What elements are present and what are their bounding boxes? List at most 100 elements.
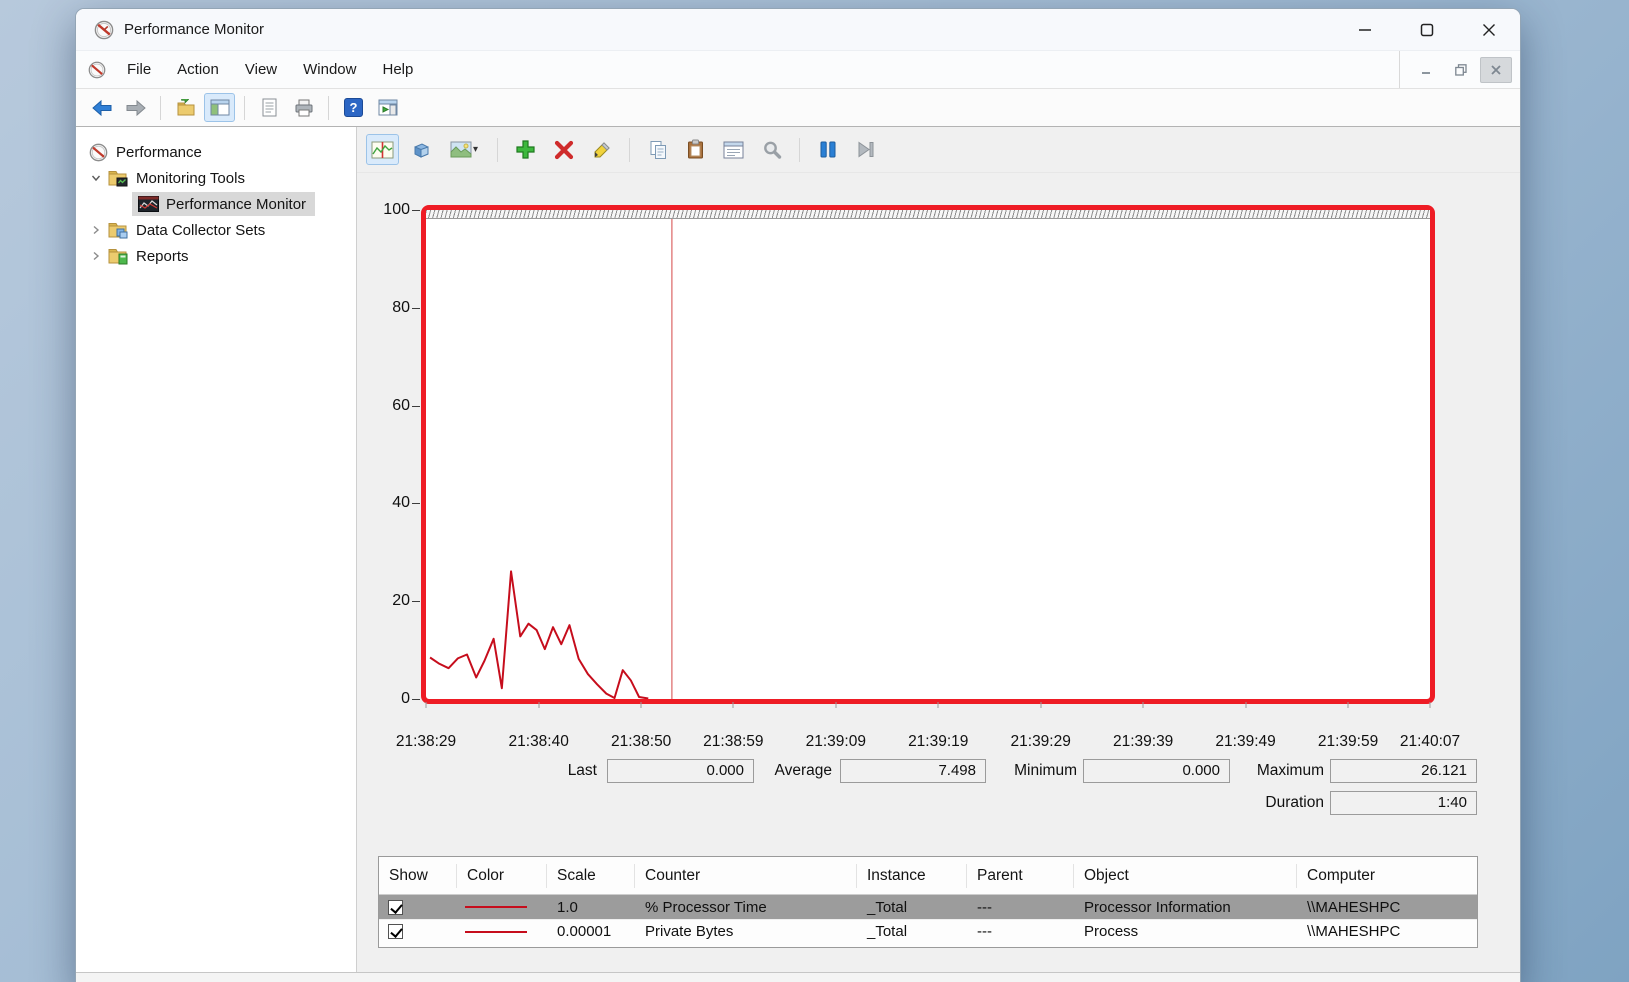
maximum-value: 26.121 <box>1330 759 1477 783</box>
update-data-button[interactable] <box>849 134 882 165</box>
toolbar-separator <box>497 138 498 162</box>
menu-file[interactable]: File <box>114 54 164 85</box>
show-hide-action-pane-button[interactable] <box>372 93 403 122</box>
tree-item-label: Data Collector Sets <box>136 222 265 239</box>
freeze-display-button[interactable] <box>811 134 844 165</box>
column-header-show[interactable]: Show <box>379 864 457 888</box>
menu-help[interactable]: Help <box>369 54 426 85</box>
graph-content: 020406080100 21:38:2921:38:4021:38:5021:… <box>357 173 1520 972</box>
menu-action[interactable]: Action <box>164 54 232 85</box>
tree-item-performance-monitor[interactable]: Performance Monitor <box>76 191 356 217</box>
x-axis-label: 21:39:19 <box>908 733 968 751</box>
maximize-button[interactable] <box>1396 9 1458 50</box>
x-axis-tick <box>641 702 642 708</box>
print-button[interactable] <box>288 93 319 122</box>
chevron-right-icon[interactable] <box>86 225 106 235</box>
column-header-instance[interactable]: Instance <box>857 864 967 888</box>
tree-item-monitoring-tools[interactable]: Monitoring Tools <box>76 165 356 191</box>
properties-button[interactable] <box>717 134 750 165</box>
column-header-counter[interactable]: Counter <box>635 864 857 888</box>
close-button[interactable] <box>1458 9 1520 50</box>
toolbar-separator <box>328 96 329 120</box>
tree-item-label: Monitoring Tools <box>136 170 245 187</box>
x-axis-tick <box>1143 702 1144 708</box>
show-hide-console-tree-button[interactable] <box>204 93 235 122</box>
properties-doc-button[interactable] <box>254 93 285 122</box>
console-tree: Performance Monitoring Tools <box>76 127 357 972</box>
forward-button[interactable] <box>120 93 151 122</box>
view-current-activity-button[interactable] <box>366 134 399 165</box>
x-axis-tick <box>426 702 427 708</box>
x-axis-tick <box>733 702 734 708</box>
chart-plot: 020406080100 21:38:2921:38:4021:38:5021:… <box>421 205 1435 704</box>
x-axis-label: 21:40:07 <box>1400 733 1460 751</box>
child-minimize-button[interactable] <box>1410 57 1442 83</box>
status-bar <box>76 972 1520 982</box>
view-current-activity-icon <box>371 141 394 159</box>
tree-item-reports[interactable]: Reports <box>76 243 356 269</box>
perfmon-pane: ▾ <box>357 127 1520 972</box>
tree-item-label: Performance Monitor <box>166 196 306 213</box>
table-row[interactable]: 1.0% Processor Time_Total---Processor In… <box>379 895 1477 919</box>
menu-window[interactable]: Window <box>290 54 369 85</box>
x-axis-tick <box>1430 702 1431 708</box>
folder-reports-icon <box>106 246 130 266</box>
back-icon <box>91 99 113 117</box>
copy-properties-button[interactable] <box>641 134 674 165</box>
child-restore-button[interactable] <box>1445 57 1477 83</box>
minimize-icon <box>1421 65 1431 75</box>
export-list-button[interactable] <box>170 93 201 122</box>
cell-computer: \\MAHESHPC <box>1297 899 1477 916</box>
column-header-object[interactable]: Object <box>1074 864 1297 888</box>
tree-item-performance[interactable]: Performance <box>76 139 356 165</box>
child-window-controls <box>1399 51 1512 88</box>
view-log-data-button[interactable] <box>404 134 437 165</box>
duration-value: 1:40 <box>1330 791 1477 815</box>
show-checkbox[interactable] <box>388 900 403 915</box>
delete-counter-icon <box>554 140 574 160</box>
zoom-button[interactable] <box>755 134 788 165</box>
change-graph-type-button[interactable]: ▾ <box>442 134 486 165</box>
desktop: Performance Monitor File Actio <box>0 0 1629 982</box>
chevron-down-icon[interactable] <box>86 173 106 183</box>
help-button[interactable]: ? <box>338 93 369 122</box>
x-axis-tick <box>1245 702 1246 708</box>
child-close-button[interactable] <box>1480 57 1512 83</box>
chevron-down-icon: ▾ <box>473 144 478 155</box>
perfmon-chart-icon <box>136 194 160 214</box>
menu-view[interactable]: View <box>232 54 290 85</box>
counter-table-body: 1.0% Processor Time_Total---Processor In… <box>379 895 1477 943</box>
table-row[interactable]: 0.00001Private Bytes_Total---Process\\MA… <box>379 919 1477 943</box>
export-list-icon <box>176 99 196 117</box>
app-gauge-icon <box>94 20 114 40</box>
cell-instance: _Total <box>857 899 967 916</box>
y-axis-label: 80 <box>392 299 410 317</box>
paste-counter-list-button[interactable] <box>679 134 712 165</box>
y-axis-tick <box>412 210 420 211</box>
duration-label: Duration <box>1232 791 1324 815</box>
window-body: Performance Monitoring Tools <box>76 127 1520 972</box>
average-label: Average <box>747 759 832 783</box>
column-header-computer[interactable]: Computer <box>1297 864 1477 888</box>
add-counter-icon <box>515 139 536 160</box>
add-counter-button[interactable] <box>509 134 542 165</box>
properties-icon <box>723 141 744 159</box>
column-header-scale[interactable]: Scale <box>547 864 635 888</box>
back-button[interactable] <box>86 93 117 122</box>
x-axis-label: 21:39:59 <box>1318 733 1378 751</box>
x-axis-tick <box>835 702 836 708</box>
chevron-right-icon[interactable] <box>86 251 106 261</box>
copy-properties-icon <box>648 140 668 160</box>
tree-item-data-collector-sets[interactable]: Data Collector Sets <box>76 217 356 243</box>
column-header-color[interactable]: Color <box>457 864 547 888</box>
column-header-parent[interactable]: Parent <box>967 864 1074 888</box>
cell-scale: 0.00001 <box>547 923 635 940</box>
y-axis-label: 20 <box>392 592 410 610</box>
paste-counter-list-icon <box>686 139 705 160</box>
show-checkbox[interactable] <box>388 924 403 939</box>
toolbar-separator <box>629 138 630 162</box>
y-axis-label: 40 <box>392 494 410 512</box>
minimize-button[interactable] <box>1334 9 1396 50</box>
highlight-button[interactable] <box>585 134 618 165</box>
delete-counter-button[interactable] <box>547 134 580 165</box>
